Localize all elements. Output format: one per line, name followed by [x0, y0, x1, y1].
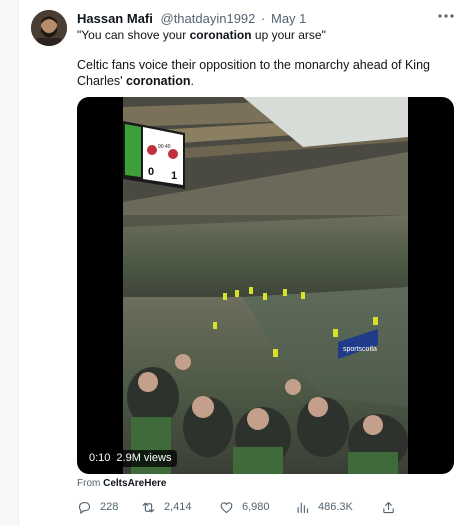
reply-button[interactable]: 228	[77, 497, 118, 517]
avatar[interactable]	[31, 10, 67, 46]
quote-open: "You can shove your	[77, 28, 190, 42]
tweet-header: Hassan Mafi @thatdayin1992 · May 1	[77, 11, 306, 26]
like-icon	[220, 501, 233, 513]
avatar-image	[31, 10, 67, 46]
video-frame: sportscotla 0 1 90:40	[123, 97, 408, 474]
share-button[interactable]	[381, 497, 396, 517]
body-highlight: coronation	[125, 74, 191, 88]
author-handle[interactable]: @thatdayin1992	[161, 11, 256, 26]
ad-board-text: sportscotla	[343, 346, 377, 353]
video-duration: 0:10	[89, 452, 111, 464]
tweet-quote: "You can shove your coronation up your a…	[77, 28, 326, 42]
author-name[interactable]: Hassan Mafi	[77, 11, 153, 26]
scoreboard-away-score: 1	[171, 170, 177, 182]
tweet-body: Celtic fans voice their opposition to th…	[77, 57, 457, 89]
action-bar: 228 2,414 6,980 486.3K	[77, 497, 454, 517]
tweet-card[interactable]: Hassan Mafi @thatdayin1992 · May 1 "You …	[18, 0, 469, 526]
share-icon	[383, 501, 394, 513]
reply-count: 228	[100, 501, 119, 513]
retweet-count: 2,414	[164, 501, 192, 513]
separator: ·	[261, 11, 266, 26]
retweet-button[interactable]: 2,414	[141, 497, 192, 517]
more-icon	[438, 14, 454, 18]
video-source: From CeltsAreHere	[77, 478, 166, 489]
quote-highlight: coronation	[189, 28, 252, 42]
scoreboard-clock: 90:40	[158, 144, 171, 150]
views-count: 486.3K	[318, 501, 353, 513]
views-button[interactable]: 486.3K	[295, 497, 353, 517]
like-count: 6,980	[242, 501, 270, 513]
more-button[interactable]	[436, 8, 456, 24]
scoreboard-home-score: 0	[148, 166, 154, 178]
video-views: 2.9M views	[116, 452, 172, 464]
source-prefix: From	[77, 478, 104, 489]
body-suffix: .	[190, 74, 195, 88]
views-icon	[297, 502, 309, 513]
reply-icon	[78, 501, 91, 514]
quote-close: up your arse"	[251, 28, 326, 42]
like-button[interactable]: 6,980	[219, 497, 270, 517]
video-player[interactable]: sportscotla 0 1 90:40 0:10 2.9M views	[77, 97, 454, 474]
video-stats-badge: 0:10 2.9M views	[83, 450, 178, 467]
retweet-icon	[142, 502, 155, 512]
post-date[interactable]: May 1	[271, 11, 306, 26]
source-link[interactable]: CeltsAreHere	[103, 478, 166, 489]
